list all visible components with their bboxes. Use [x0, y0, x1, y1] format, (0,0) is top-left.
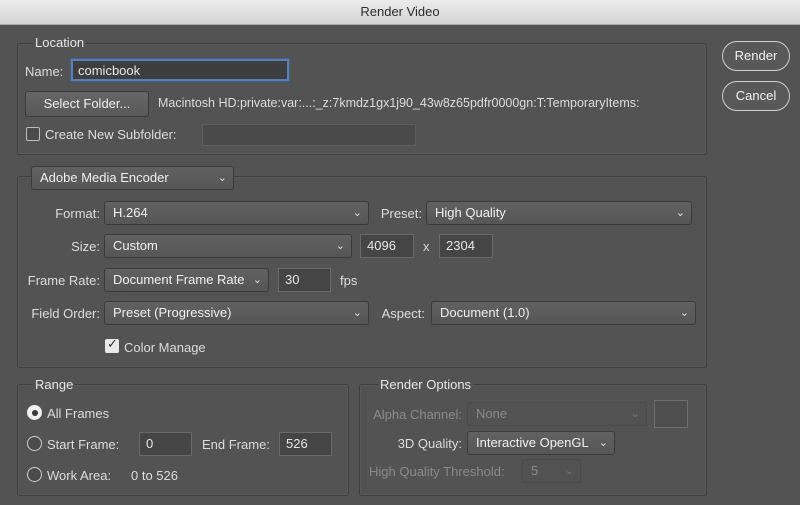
start-frame-input[interactable]: 0 — [139, 432, 192, 456]
preset-label: Preset: — [380, 206, 422, 221]
title-bar: Render Video — [0, 0, 800, 25]
alpha-channel-value: None — [476, 406, 508, 421]
chevron-down-icon: ⌄ — [252, 274, 262, 286]
field-order-select[interactable]: Preset (Progressive) ⌄ — [104, 301, 369, 325]
encoder-select[interactable]: Adobe Media Encoder ⌄ — [31, 166, 234, 190]
start-frame-radio[interactable] — [27, 436, 42, 451]
name-label: Name: — [25, 64, 64, 79]
chevron-down-icon: ⌄ — [352, 207, 362, 219]
range-legend: Range — [33, 377, 76, 392]
aspect-label: Aspect: — [381, 306, 425, 321]
start-frame-label: Start Frame: — [47, 437, 120, 452]
aspect-select[interactable]: Document (1.0) ⌄ — [431, 301, 696, 325]
quality-label: 3D Quality: — [397, 436, 462, 451]
chevron-down-icon: ⌄ — [598, 437, 608, 449]
color-manage-label: Color Manage — [124, 340, 206, 355]
work-area-label: Work Area: — [47, 468, 112, 483]
preset-select[interactable]: High Quality ⌄ — [426, 201, 692, 225]
chevron-down-icon: ⌄ — [675, 207, 685, 219]
color-manage-checkbox[interactable] — [105, 337, 119, 353]
render-button[interactable]: Render — [722, 41, 790, 71]
times-label: x — [423, 239, 430, 254]
format-select[interactable]: H.264 ⌄ — [104, 201, 369, 225]
work-area-radio[interactable] — [27, 467, 42, 482]
fps-unit: fps — [340, 273, 358, 288]
size-label: Size: — [71, 239, 100, 254]
frame-rate-value: Document Frame Rate — [113, 272, 245, 287]
alpha-color-swatch[interactable] — [654, 400, 688, 428]
quality-select[interactable]: Interactive OpenGL ⌄ — [467, 431, 615, 455]
field-order-label: Field Order: — [31, 306, 100, 321]
work-area-value: 0 to 526 — [131, 468, 178, 483]
cancel-button[interactable]: Cancel — [722, 81, 790, 111]
quality-value: Interactive OpenGL — [476, 435, 589, 450]
folder-path: Macintosh HD:private:var:...:_z:7kmdz1gx… — [158, 96, 640, 110]
fps-input[interactable]: 30 — [278, 268, 331, 292]
subfolder-input[interactable] — [202, 124, 416, 146]
location-legend: Location — [33, 35, 87, 50]
chevron-down-icon: ⌄ — [679, 307, 689, 319]
name-input[interactable]: comicbook — [71, 59, 289, 81]
create-subfolder-checkbox[interactable] — [26, 127, 40, 141]
size-value: Custom — [113, 238, 158, 253]
threshold-select[interactable]: 5 ⌄ — [522, 459, 581, 483]
format-value: H.264 — [113, 205, 148, 220]
height-input[interactable]: 2304 — [439, 234, 493, 258]
threshold-value: 5 — [531, 463, 539, 478]
chevron-down-icon: ⌄ — [335, 240, 345, 252]
preset-value: High Quality — [435, 205, 506, 220]
end-frame-label: End Frame: — [202, 437, 270, 452]
alpha-channel-select[interactable]: None ⌄ — [467, 402, 647, 426]
chevron-down-icon: ⌄ — [217, 172, 227, 184]
window-title: Render Video — [360, 4, 440, 19]
all-frames-radio[interactable] — [27, 405, 42, 420]
size-select[interactable]: Custom ⌄ — [104, 234, 352, 258]
chevron-down-icon: ⌄ — [564, 465, 574, 477]
all-frames-label: All Frames — [47, 406, 110, 421]
encoder-value: Adobe Media Encoder — [40, 170, 169, 185]
frame-rate-select[interactable]: Document Frame Rate ⌄ — [104, 268, 269, 292]
alpha-channel-label: Alpha Channel: — [373, 407, 462, 422]
render-options-legend: Render Options — [378, 377, 474, 392]
threshold-label: High Quality Threshold: — [369, 464, 505, 479]
aspect-value: Document (1.0) — [440, 305, 530, 320]
width-input[interactable]: 4096 — [360, 234, 414, 258]
create-subfolder-label: Create New Subfolder: — [45, 127, 177, 142]
chevron-down-icon: ⌄ — [630, 408, 640, 420]
format-label: Format: — [55, 206, 100, 221]
select-folder-button[interactable]: Select Folder... — [25, 91, 149, 117]
end-frame-input[interactable]: 526 — [279, 432, 332, 456]
field-order-value: Preset (Progressive) — [113, 305, 232, 320]
frame-rate-label: Frame Rate: — [27, 273, 100, 288]
chevron-down-icon: ⌄ — [352, 307, 362, 319]
